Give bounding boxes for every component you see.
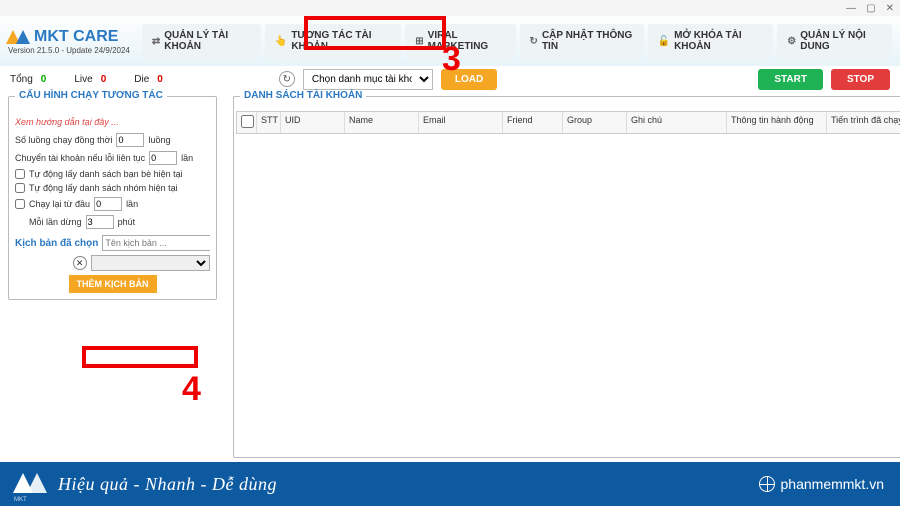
col-progress[interactable]: Tiến trình đã chạy [827, 112, 900, 133]
pause-unit: phút [118, 217, 136, 227]
tab-label: CẬP NHẬT THÔNG TIN [542, 30, 634, 52]
tab-label: TƯƠNG TÁC TÀI KHOẢN [291, 30, 391, 52]
threads-input[interactable] [116, 133, 144, 147]
rerun-label: Chạy lại từ đầu [29, 199, 90, 209]
tab-interact-accounts[interactable]: 👆 TƯƠNG TÁC TÀI KHOẢN [265, 24, 401, 58]
accounts-panel: DANH SÁCH TÀI KHOẢN STT UID Name Email F… [233, 96, 900, 458]
tab-update-info[interactable]: ↻ CẬP NHẬT THÔNG TIN [520, 24, 644, 58]
rerun-input[interactable] [94, 197, 122, 211]
maximize-icon[interactable]: ▢ [866, 3, 875, 14]
selectall-checkbox[interactable] [241, 115, 254, 128]
right-panel: DANH SÁCH TÀI KHOẢN STT UID Name Email F… [225, 92, 900, 462]
footer-bar: MKT Hiệu quả - Nhanh - Dễ dùng phanmemmk… [0, 462, 900, 506]
pause-label: Mỗi lần dừng [29, 217, 82, 227]
tab-manage-accounts[interactable]: ⇄ QUẢN LÝ TÀI KHOẢN [142, 24, 261, 58]
add-script-button[interactable]: THÊM KỊCH BẢN [69, 275, 157, 293]
script-name-input[interactable] [102, 235, 210, 251]
autogroups-checkbox[interactable] [15, 183, 25, 193]
close-icon[interactable]: ✕ [886, 3, 894, 14]
rerun-checkbox[interactable] [15, 199, 25, 209]
tab-label: QUẢN LÝ NỘI DUNG [800, 30, 882, 52]
logo-text: MKT CARE [34, 28, 118, 46]
help-hint[interactable]: Xem hướng dẫn tại đây ... [15, 117, 210, 127]
gear-icon: ⚙ [787, 36, 796, 47]
switch-unit: lần [181, 153, 193, 163]
table-header: STT UID Name Email Friend Group Ghi chú … [236, 111, 900, 134]
site-url: phanmemmkt.vn [781, 476, 884, 492]
category-select[interactable]: Chọn danh mục tài khoản [303, 69, 433, 90]
main-area: CẤU HÌNH CHẠY TƯƠNG TÁC Xem hướng dẫn tạ… [0, 92, 900, 462]
autofriends-label: Tự động lấy danh sách bạn bè hiện tại [29, 169, 183, 179]
script-label: Kịch bản đã chọn [15, 238, 98, 249]
nav-tabs: ⇄ QUẢN LÝ TÀI KHOẢN 👆 TƯƠNG TÁC TÀI KHOẢ… [142, 24, 892, 58]
col-name[interactable]: Name [345, 112, 419, 133]
list-icon: ⇄ [152, 36, 160, 47]
col-friend[interactable]: Friend [503, 112, 563, 133]
col-action[interactable]: Thông tin hành động [727, 112, 827, 133]
logo-block: MKT CARE Version 21.5.0 - Update 24/9/20… [8, 28, 130, 55]
annotation-number-4: 4 [182, 370, 201, 409]
config-title: CẤU HÌNH CHẠY TƯƠNG TÁC [15, 90, 167, 101]
tab-label: MỞ KHÓA TÀI KHOẢN [674, 30, 763, 52]
footer-logo-icon: MKT [16, 471, 46, 497]
window-titlebar: — ▢ ✕ [0, 0, 900, 16]
die-label: Die [134, 74, 149, 85]
switch-input[interactable] [149, 151, 177, 165]
total-label: Tổng [10, 74, 33, 85]
col-note[interactable]: Ghi chú [627, 112, 727, 133]
config-panel: CẤU HÌNH CHẠY TƯƠNG TÁC Xem hướng dẫn tạ… [8, 96, 217, 300]
switch-label: Chuyển tài khoản nếu lỗi liên tục [15, 153, 145, 163]
unlock-icon: 🔓 [658, 36, 670, 47]
refresh-icon: ↻ [530, 36, 538, 47]
tab-label: VIRAL MARKETING [428, 30, 506, 52]
delete-script-icon[interactable]: ✕ [73, 256, 87, 270]
globe-icon [759, 476, 775, 492]
live-label: Live [74, 74, 92, 85]
autogroups-label: Tự động lấy danh sách nhóm hiện tại [29, 183, 178, 193]
version-text: Version 21.5.0 - Update 24/9/2024 [8, 46, 130, 55]
col-group[interactable]: Group [563, 112, 627, 133]
col-stt[interactable]: STT [257, 112, 281, 133]
rerun-unit: lần [126, 199, 138, 209]
accounts-title: DANH SÁCH TÀI KHOẢN [240, 90, 366, 101]
live-value: 0 [101, 74, 107, 85]
col-email[interactable]: Email [419, 112, 503, 133]
annotation-number-3: 3 [442, 40, 461, 79]
minimize-icon[interactable]: — [846, 3, 856, 14]
tab-unlock-accounts[interactable]: 🔓 MỞ KHÓA TÀI KHOẢN [648, 24, 774, 58]
threads-unit: luồng [148, 135, 170, 145]
stop-button[interactable]: STOP [831, 69, 890, 90]
footer-logo-text: MKT [14, 497, 27, 503]
reload-icon[interactable]: ↻ [279, 71, 295, 87]
logo-icon [8, 28, 30, 46]
tab-label: QUẢN LÝ TÀI KHOẢN [164, 30, 251, 52]
total-value: 0 [41, 74, 47, 85]
col-checkbox[interactable] [237, 112, 257, 133]
start-button[interactable]: START [758, 69, 823, 90]
footer-site[interactable]: phanmemmkt.vn [759, 476, 884, 492]
touch-icon: 👆 [275, 36, 287, 47]
col-uid[interactable]: UID [281, 112, 345, 133]
script-select[interactable] [91, 255, 210, 271]
pause-input[interactable] [86, 215, 114, 229]
threads-label: Số luồng chạy đồng thời [15, 135, 112, 145]
tab-manage-content[interactable]: ⚙ QUẢN LÝ NỘI DUNG [777, 24, 892, 58]
die-value: 0 [157, 74, 163, 85]
autofriends-checkbox[interactable] [15, 169, 25, 179]
footer-slogan: Hiệu quả - Nhanh - Dễ dùng [58, 474, 277, 495]
grid-icon: ⊞ [415, 36, 423, 47]
